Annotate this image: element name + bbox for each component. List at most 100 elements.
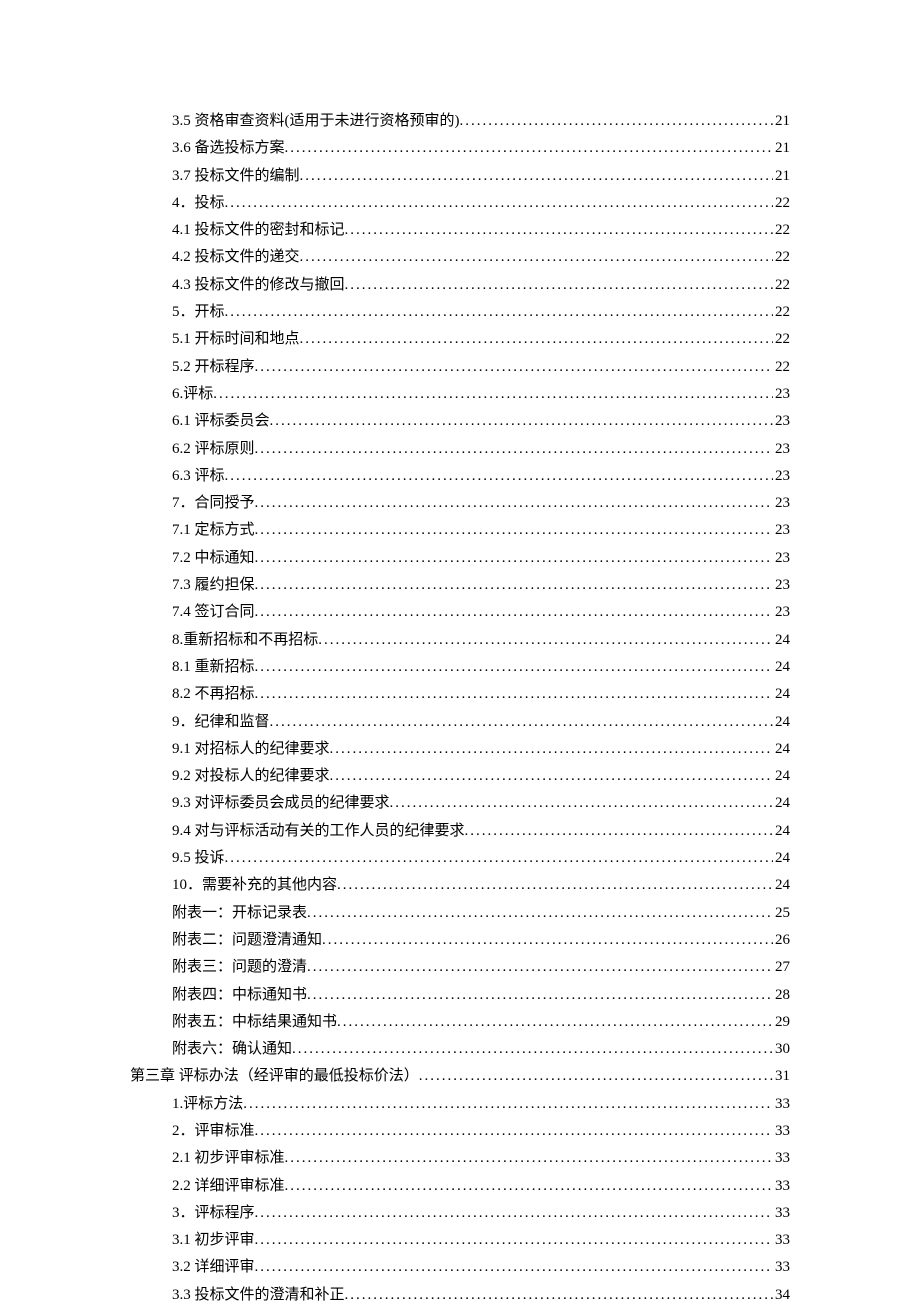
toc-entry-page: 22 [773, 326, 790, 353]
toc-entry-title: 6.2 评标原则 [172, 436, 255, 463]
toc-entry-page: 22 [773, 244, 790, 271]
toc-entry-page: 24 [773, 654, 790, 681]
toc-entry-page: 24 [773, 872, 790, 899]
toc-entry: 2．评审标准 33 [130, 1118, 790, 1145]
toc-leader-dots [225, 299, 773, 326]
toc-entry: 4.1 投标文件的密封和标记 22 [130, 217, 790, 244]
toc-entry-title: 8.2 不再招标 [172, 681, 255, 708]
toc-entry: 5.2 开标程序22 [130, 354, 790, 381]
toc-leader-dots [255, 354, 773, 381]
toc-entry: 9．纪律和监督24 [130, 709, 790, 736]
toc-entry: 7.1 定标方式 23 [130, 517, 790, 544]
toc-leader-dots [307, 954, 773, 981]
toc-entry: 7.4 签订合同23 [130, 599, 790, 626]
toc-entry-page: 33 [773, 1118, 790, 1145]
toc-entry-title: 4.2 投标文件的递交 [172, 244, 300, 271]
toc-entry: 9.5 投诉24 [130, 845, 790, 872]
toc-leader-dots [307, 982, 773, 1009]
toc-entry-page: 24 [773, 709, 790, 736]
toc-entry: 8.1 重新招标24 [130, 654, 790, 681]
toc-entry-title: 7.2 中标通知 [172, 545, 255, 572]
toc-entry-title: 4.1 投标文件的密封和标记 [172, 217, 345, 244]
toc-entry-title: 7.3 履约担保 [172, 572, 255, 599]
toc-leader-dots [255, 436, 773, 463]
toc-entry-page: 22 [773, 299, 790, 326]
toc-entry-page: 28 [773, 982, 790, 1009]
toc-entry: 3.6 备选投标方案21 [130, 135, 790, 162]
toc-leader-dots [255, 681, 773, 708]
toc-leader-dots [292, 1036, 773, 1063]
toc-entry-page: 27 [773, 954, 790, 981]
toc-entry: 10．需要补充的其他内容24 [130, 872, 790, 899]
toc-entry-page: 30 [773, 1036, 790, 1063]
toc-entry: 3.5 资格审查资料(适用于未进行资格预审的) 21 [130, 108, 790, 135]
toc-leader-dots [285, 1145, 773, 1172]
toc-leader-dots [330, 763, 773, 790]
toc-entry-title: 附表六：确认通知 [172, 1036, 292, 1063]
toc-entry-title: 3.5 资格审查资料(适用于未进行资格预审的) [172, 108, 460, 135]
toc-entry-page: 22 [773, 217, 790, 244]
toc-entry: 5.1 开标时间和地点 22 [130, 326, 790, 353]
toc-entry-page: 23 [773, 436, 790, 463]
toc-entry: 3．评标程序33 [130, 1200, 790, 1227]
toc-leader-dots [318, 627, 773, 654]
toc-entry-page: 21 [773, 163, 790, 190]
toc-leader-dots [330, 736, 773, 763]
toc-entry-title: 6.评标 [172, 381, 213, 408]
toc-leader-dots [285, 1173, 773, 1200]
toc-entry: 8.重新招标和不再招标24 [130, 627, 790, 654]
toc-leader-dots [300, 244, 773, 271]
toc-entry-title: 1.评标方法 [172, 1091, 243, 1118]
toc-entry-title: 附表五：中标结果通知书 [172, 1009, 337, 1036]
toc-entry-title: 3.3 投标文件的澄清和补正 [172, 1282, 345, 1309]
toc-entry-page: 21 [773, 108, 790, 135]
toc-entry: 2.1 初步评审标准33 [130, 1145, 790, 1172]
toc-entry: 4．投标22 [130, 190, 790, 217]
toc-entry-page: 29 [773, 1009, 790, 1036]
toc-entry-page: 23 [773, 517, 790, 544]
toc-entry-title: 3．评标程序 [172, 1200, 255, 1227]
toc-entry-title: 7.1 定标方式 [172, 517, 255, 544]
table-of-contents: 3.5 资格审查资料(适用于未进行资格预审的) 213.6 备选投标方案213.7… [130, 108, 790, 1309]
toc-entry-title: 2．评审标准 [172, 1118, 255, 1145]
toc-entry-title: 8.重新招标和不再招标 [172, 627, 318, 654]
toc-leader-dots [345, 1282, 773, 1309]
toc-entry-title: 5.1 开标时间和地点 [172, 326, 300, 353]
toc-entry-title: 3.1 初步评审 [172, 1227, 255, 1254]
toc-entry: 1.评标方法33 [130, 1091, 790, 1118]
toc-leader-dots [225, 190, 773, 217]
toc-leader-dots [465, 818, 773, 845]
toc-leader-dots [225, 463, 773, 490]
toc-entry-page: 25 [773, 900, 790, 927]
toc-leader-dots [255, 545, 773, 572]
toc-entry-page: 24 [773, 845, 790, 872]
toc-entry-page: 33 [773, 1173, 790, 1200]
toc-entry-title: 9.3 对评标委员会成员的纪律要求 [172, 790, 390, 817]
toc-entry-title: 9.4 对与评标活动有关的工作人员的纪律要求 [172, 818, 465, 845]
toc-entry: 4.2 投标文件的递交 22 [130, 244, 790, 271]
toc-entry-title: 附表四：中标通知书 [172, 982, 307, 1009]
toc-entry-page: 23 [773, 545, 790, 572]
toc-leader-dots [460, 108, 774, 135]
toc-entry: 9.4 对与评标活动有关的工作人员的纪律要求24 [130, 818, 790, 845]
toc-entry-page: 24 [773, 763, 790, 790]
toc-entry: 3.7 投标文件的编制21 [130, 163, 790, 190]
toc-entry-page: 34 [773, 1282, 790, 1309]
toc-entry-page: 23 [773, 572, 790, 599]
toc-entry: 8.2 不再招标24 [130, 681, 790, 708]
toc-entry: 2.2 详细评审标准 33 [130, 1173, 790, 1200]
toc-leader-dots [255, 517, 773, 544]
toc-entry-page: 22 [773, 190, 790, 217]
toc-leader-dots [255, 1200, 773, 1227]
toc-entry: 6.评标23 [130, 381, 790, 408]
toc-leader-dots [255, 572, 773, 599]
toc-entry: 7．合同授予23 [130, 490, 790, 517]
toc-leader-dots [255, 1118, 773, 1145]
toc-entry: 3.2 详细评审33 [130, 1254, 790, 1281]
toc-entry-page: 33 [773, 1227, 790, 1254]
toc-leader-dots [255, 490, 773, 517]
toc-entry-title: 2.2 详细评审标准 [172, 1173, 285, 1200]
toc-entry: 9.1 对招标人的纪律要求24 [130, 736, 790, 763]
toc-entry: 附表六：确认通知 30 [130, 1036, 790, 1063]
toc-entry: 附表一：开标记录表25 [130, 900, 790, 927]
